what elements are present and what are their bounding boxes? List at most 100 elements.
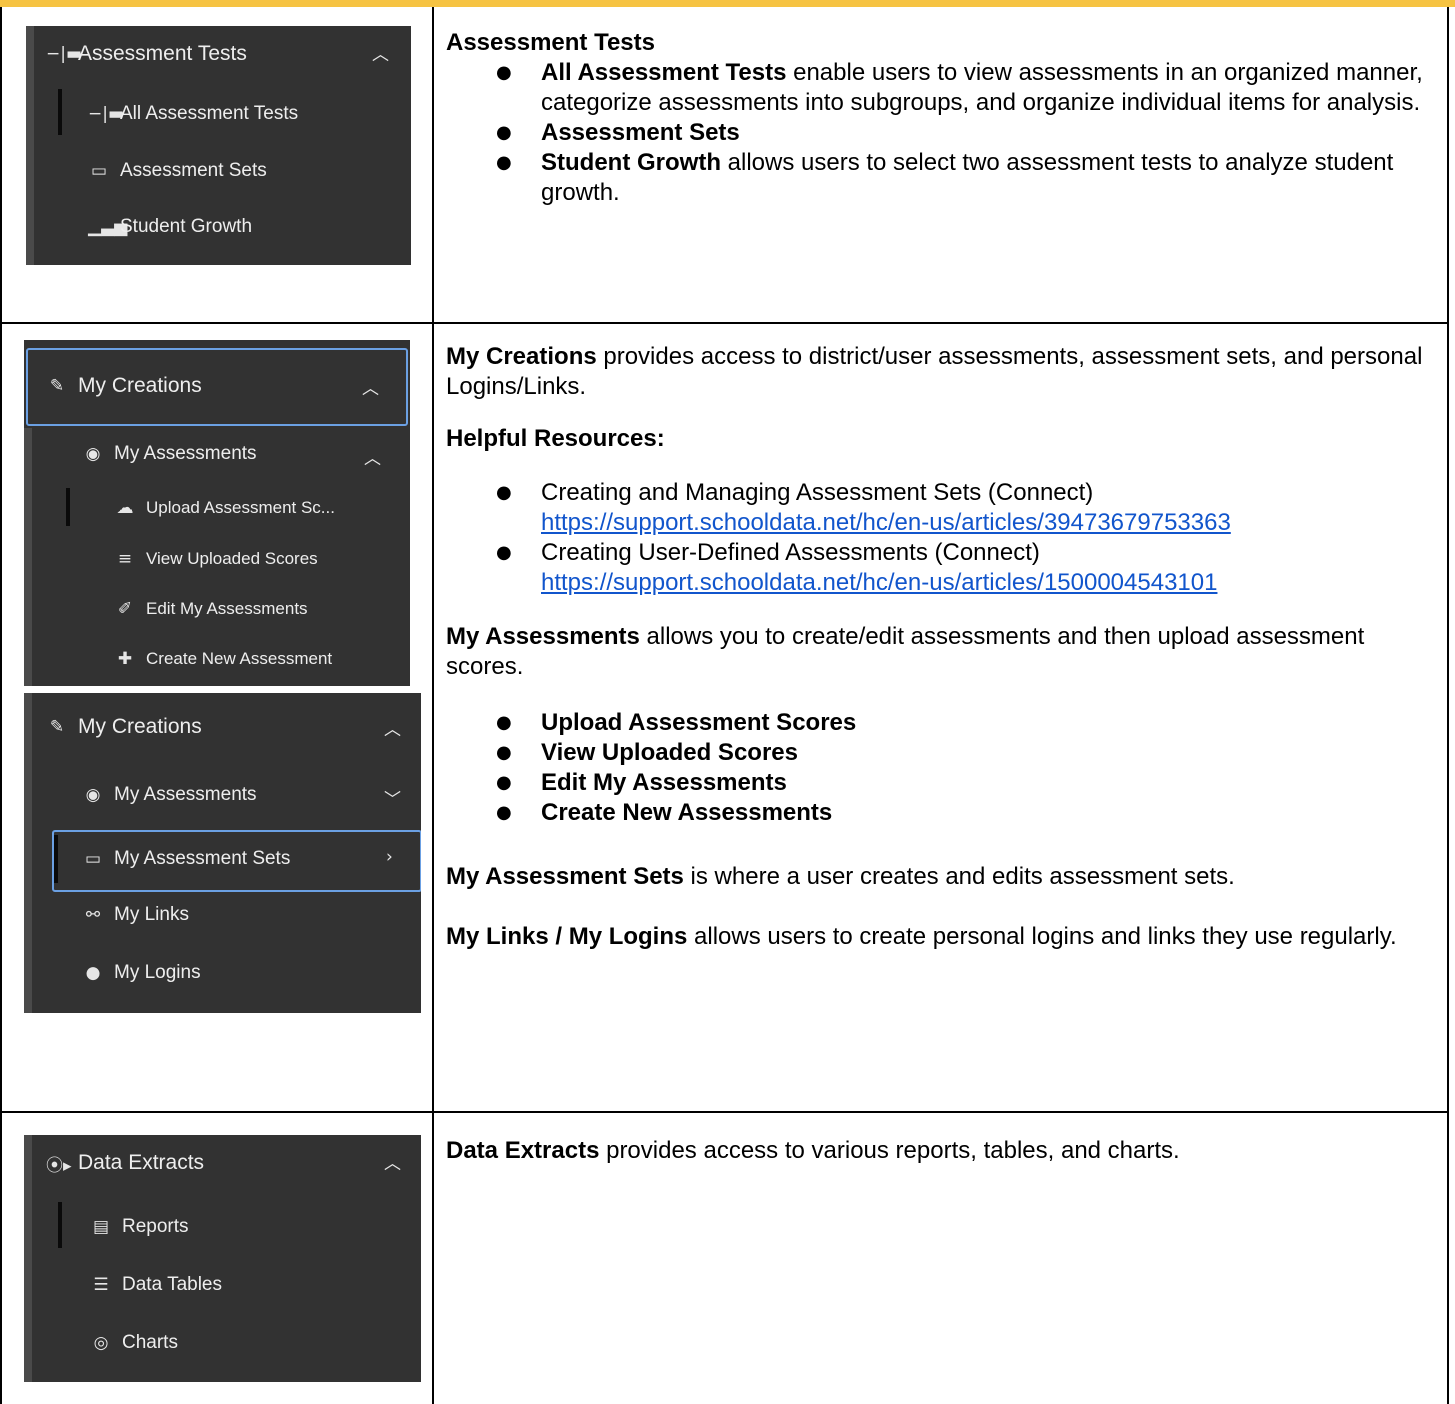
assessment-tests-icon: −|▬ <box>88 104 125 124</box>
sidebar-item-charts[interactable]: ◎ Charts <box>90 1325 178 1361</box>
charts-icon: ◎ <box>93 1333 109 1353</box>
chevron-up-icon[interactable]: ︿ <box>384 1149 401 1174</box>
list-item: Edit My Assessments <box>446 768 1436 798</box>
term: My Creations <box>446 343 597 370</box>
paragraph: Data Extracts provides access to various… <box>446 1136 1436 1166</box>
sidebar-item-my-links[interactable]: ⚯ My Links <box>82 897 189 933</box>
view-scores-icon: ≡ <box>117 549 133 569</box>
sidebar-item-label: Data Tables <box>122 1274 222 1295</box>
term: Assessment Sets <box>541 119 740 146</box>
term: Data Extracts <box>446 1137 600 1164</box>
sidebar-header-label: Data Extracts <box>78 1151 205 1174</box>
chevron-up-icon[interactable]: ︿ <box>384 715 401 740</box>
chevron-up-icon[interactable]: ︿ <box>372 40 389 65</box>
sidebar-item-edit-my-assessments[interactable]: ✐ Edit My Assessments <box>114 593 308 625</box>
definition: allows users to create personal logins a… <box>687 923 1397 950</box>
assessment-tests-description: Assessment Tests All Assessment Tests en… <box>446 28 1436 208</box>
list-item: All Assessment Tests enable users to vie… <box>446 58 1436 118</box>
sidebar-item-my-assessments[interactable]: ◉ My Assessments <box>82 436 257 472</box>
sidebar-item-label: Upload Assessment Sc... <box>146 498 335 517</box>
user-icon: ● <box>85 963 101 983</box>
sidebar-edge <box>24 693 32 1013</box>
sidebar-item-upload-scores[interactable]: ☁ Upload Assessment Sc... <box>114 492 335 524</box>
sidebar-edge <box>24 1135 32 1382</box>
sidebar-header-assessment-tests[interactable]: −|▬ Assessment Tests <box>46 34 247 74</box>
resource-link[interactable]: https://support.schooldata.net/hc/en-us/… <box>541 569 1217 596</box>
sidebar-header-label: My Creations <box>78 715 202 738</box>
list-item: Create New Assessments <box>446 798 1436 828</box>
sidebar-my-creations-expanded: ✎ My Creations ︿ ◉ My Assessments ︿ ☁ Up… <box>24 340 410 686</box>
data-extracts-description: Data Extracts provides access to various… <box>446 1136 1436 1166</box>
assessment-tests-icon: −|▬ <box>46 44 83 64</box>
sidebar-item-label: Edit My Assessments <box>146 599 308 618</box>
upload-icon: ☁ <box>116 498 134 518</box>
term: My Links / My Logins <box>446 923 688 950</box>
sidebar-item-student-growth[interactable]: ▁▃▅ Student Growth <box>88 209 252 245</box>
sidebar-item-label: Reports <box>122 1216 189 1237</box>
sidebar-item-label: My Links <box>114 904 189 925</box>
chevron-right-icon[interactable]: › <box>386 847 393 867</box>
section-title: Assessment Tests <box>446 29 655 56</box>
definition: is where a user creates and edits assess… <box>683 863 1235 890</box>
my-assessments-icon: ◉ <box>85 785 101 805</box>
my-creations-icon: ✎ <box>49 717 65 737</box>
active-indicator <box>54 835 58 883</box>
accent-bar <box>0 0 1455 7</box>
active-indicator <box>58 89 62 135</box>
sidebar-item-my-assessments[interactable]: ◉ My Assessments <box>82 777 257 813</box>
resources-heading: Helpful Resources: <box>446 425 665 452</box>
paragraph: My Assessments allows you to create/edit… <box>446 622 1436 682</box>
feature-list: All Assessment Tests enable users to vie… <box>446 58 1436 208</box>
sidebar-header-data-extracts[interactable]: ⦿▸ Data Extracts <box>46 1143 204 1183</box>
resource-title: Creating and Managing Assessment Sets (C… <box>541 479 1094 506</box>
list-item: Creating User-Defined Assessments (Conne… <box>446 538 1436 598</box>
sidebar-header-label: Assessment Tests <box>78 42 247 65</box>
paragraph: My Assessment Sets is where a user creat… <box>446 862 1436 892</box>
my-creations-icon: ✎ <box>49 376 65 396</box>
table-row-divider <box>0 1111 1449 1113</box>
sidebar-item-reports[interactable]: ▤ Reports <box>90 1209 189 1245</box>
sidebar-item-my-assessment-sets[interactable]: ▭ My Assessment Sets <box>82 841 290 877</box>
paragraph: My Creations provides access to district… <box>446 342 1436 402</box>
sidebar-item-assessment-sets[interactable]: ▭ Assessment Sets <box>88 153 267 189</box>
sidebar-item-data-tables[interactable]: ☰ Data Tables <box>90 1267 222 1303</box>
resource-list: Creating and Managing Assessment Sets (C… <box>446 478 1436 598</box>
assessment-sets-icon: ▭ <box>90 161 108 181</box>
list-item: View Uploaded Scores <box>446 738 1436 768</box>
student-growth-icon: ▁▃▅ <box>88 217 128 237</box>
sidebar-header-my-creations[interactable]: ✎ My Creations <box>46 707 202 747</box>
sidebar-item-label: Create New Assessment <box>146 649 333 668</box>
chevron-up-icon[interactable]: ︿ <box>362 374 379 399</box>
term: My Assessments <box>446 623 640 650</box>
my-assessments-icon: ◉ <box>85 444 101 464</box>
sidebar-edge <box>24 428 32 686</box>
sidebar-header-my-creations[interactable]: ✎ My Creations <box>46 366 202 406</box>
sidebar-header-label: My Creations <box>78 374 202 397</box>
list-item: Assessment Sets <box>446 118 1436 148</box>
sidebar-data-extracts: ⦿▸ Data Extracts ︿ ▤ Reports ☰ Data Tabl… <box>24 1135 421 1382</box>
link-icon: ⚯ <box>85 905 101 925</box>
resource-link[interactable]: https://support.schooldata.net/hc/en-us/… <box>541 509 1231 536</box>
edit-icon: ✐ <box>117 599 133 619</box>
create-icon: ✚ <box>117 649 133 669</box>
sidebar-item-all-assessment-tests[interactable]: −|▬ All Assessment Tests <box>88 96 298 132</box>
sidebar-item-label: View Uploaded Scores <box>146 549 318 568</box>
sidebar-item-label: Student Growth <box>120 216 253 237</box>
sidebar-my-creations-collapsed: ✎ My Creations ︿ ◉ My Assessments ﹀ ▭ My… <box>24 693 421 1013</box>
sidebar-item-create-new-assessment[interactable]: ✚ Create New Assessment <box>114 643 332 675</box>
sidebar-item-label: All Assessment Tests <box>120 103 299 124</box>
chevron-up-icon[interactable]: ︿ <box>364 444 381 469</box>
list-item: Upload Assessment Scores <box>446 708 1436 738</box>
sidebar-item-view-uploaded-scores[interactable]: ≡ View Uploaded Scores <box>114 543 318 575</box>
sidebar-item-label: My Assessments <box>114 443 257 464</box>
sidebar-item-my-logins[interactable]: ● My Logins <box>82 955 201 991</box>
sidebar-item-label: Assessment Sets <box>120 160 267 181</box>
assessment-feature-list: Upload Assessment Scores View Uploaded S… <box>446 708 1436 828</box>
table-border-left <box>0 7 2 1404</box>
assessment-sets-icon: ▭ <box>84 849 102 869</box>
table-column-divider <box>432 7 434 1404</box>
chevron-down-icon[interactable]: ﹀ <box>384 785 401 810</box>
data-tables-icon: ☰ <box>93 1275 109 1295</box>
list-item: Student Growth allows users to select tw… <box>446 148 1436 208</box>
resource-title: Creating User-Defined Assessments (Conne… <box>541 539 1040 566</box>
